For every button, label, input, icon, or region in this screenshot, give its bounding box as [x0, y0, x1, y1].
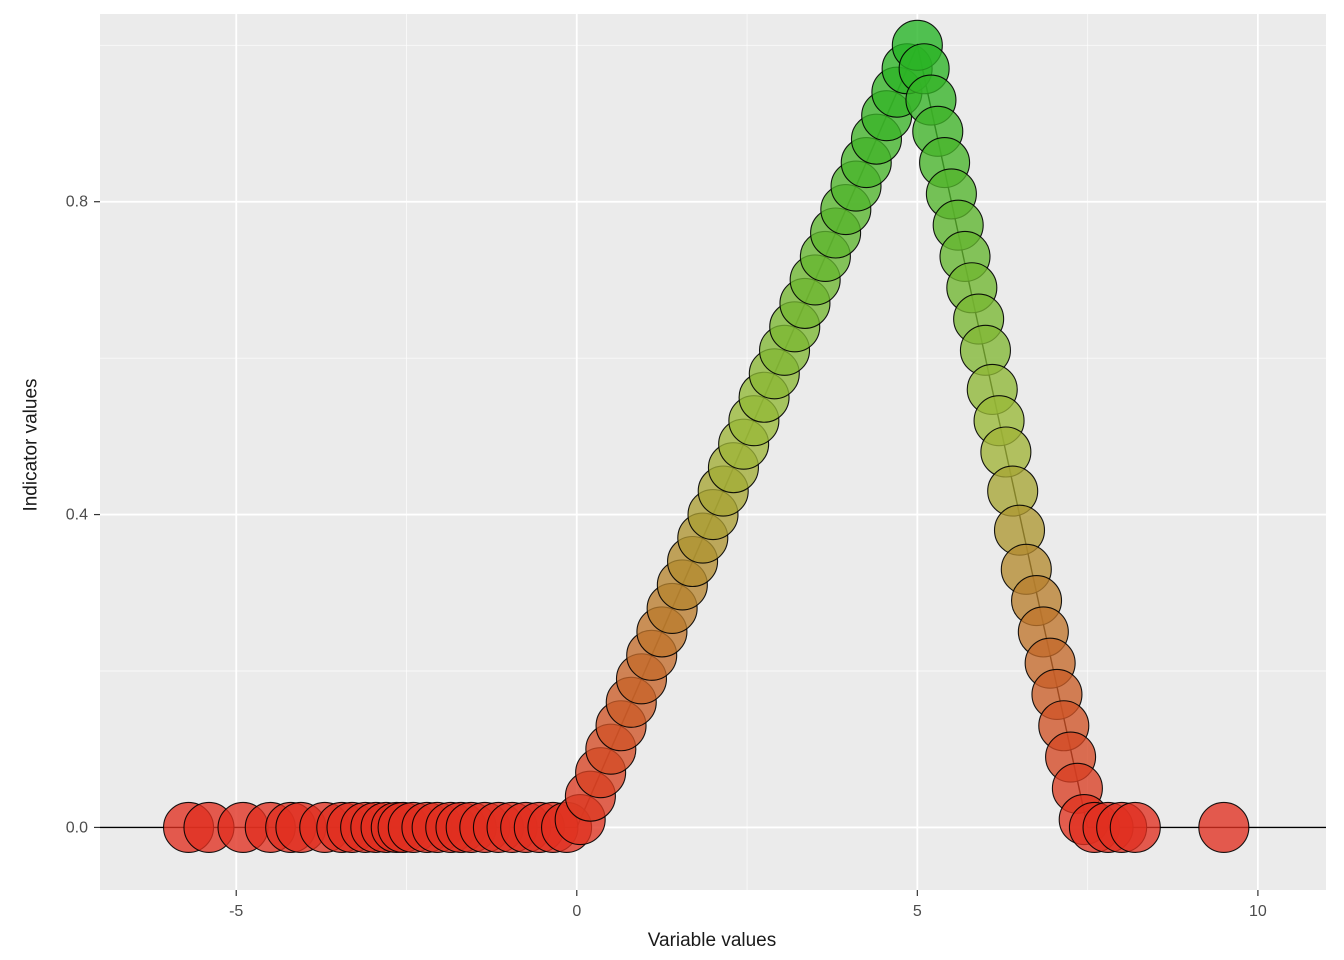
x-tick-label: -5	[229, 903, 243, 920]
data-point	[1199, 802, 1249, 852]
x-tick-label: 10	[1249, 903, 1267, 920]
chart-container: Indicator values Variable values -505100…	[0, 0, 1344, 960]
y-tick-label: 0.8	[66, 194, 88, 211]
plot-panel	[100, 14, 1326, 890]
chart-svg: -5 0 5 10 0.0 0.4 0.8	[0, 0, 1344, 960]
x-tick-label: 0	[572, 903, 581, 920]
y-tick-label: 0.0	[66, 819, 88, 836]
data-point	[1110, 802, 1160, 852]
x-tick-label: 5	[913, 903, 922, 920]
y-tick-label: 0.4	[66, 507, 88, 524]
